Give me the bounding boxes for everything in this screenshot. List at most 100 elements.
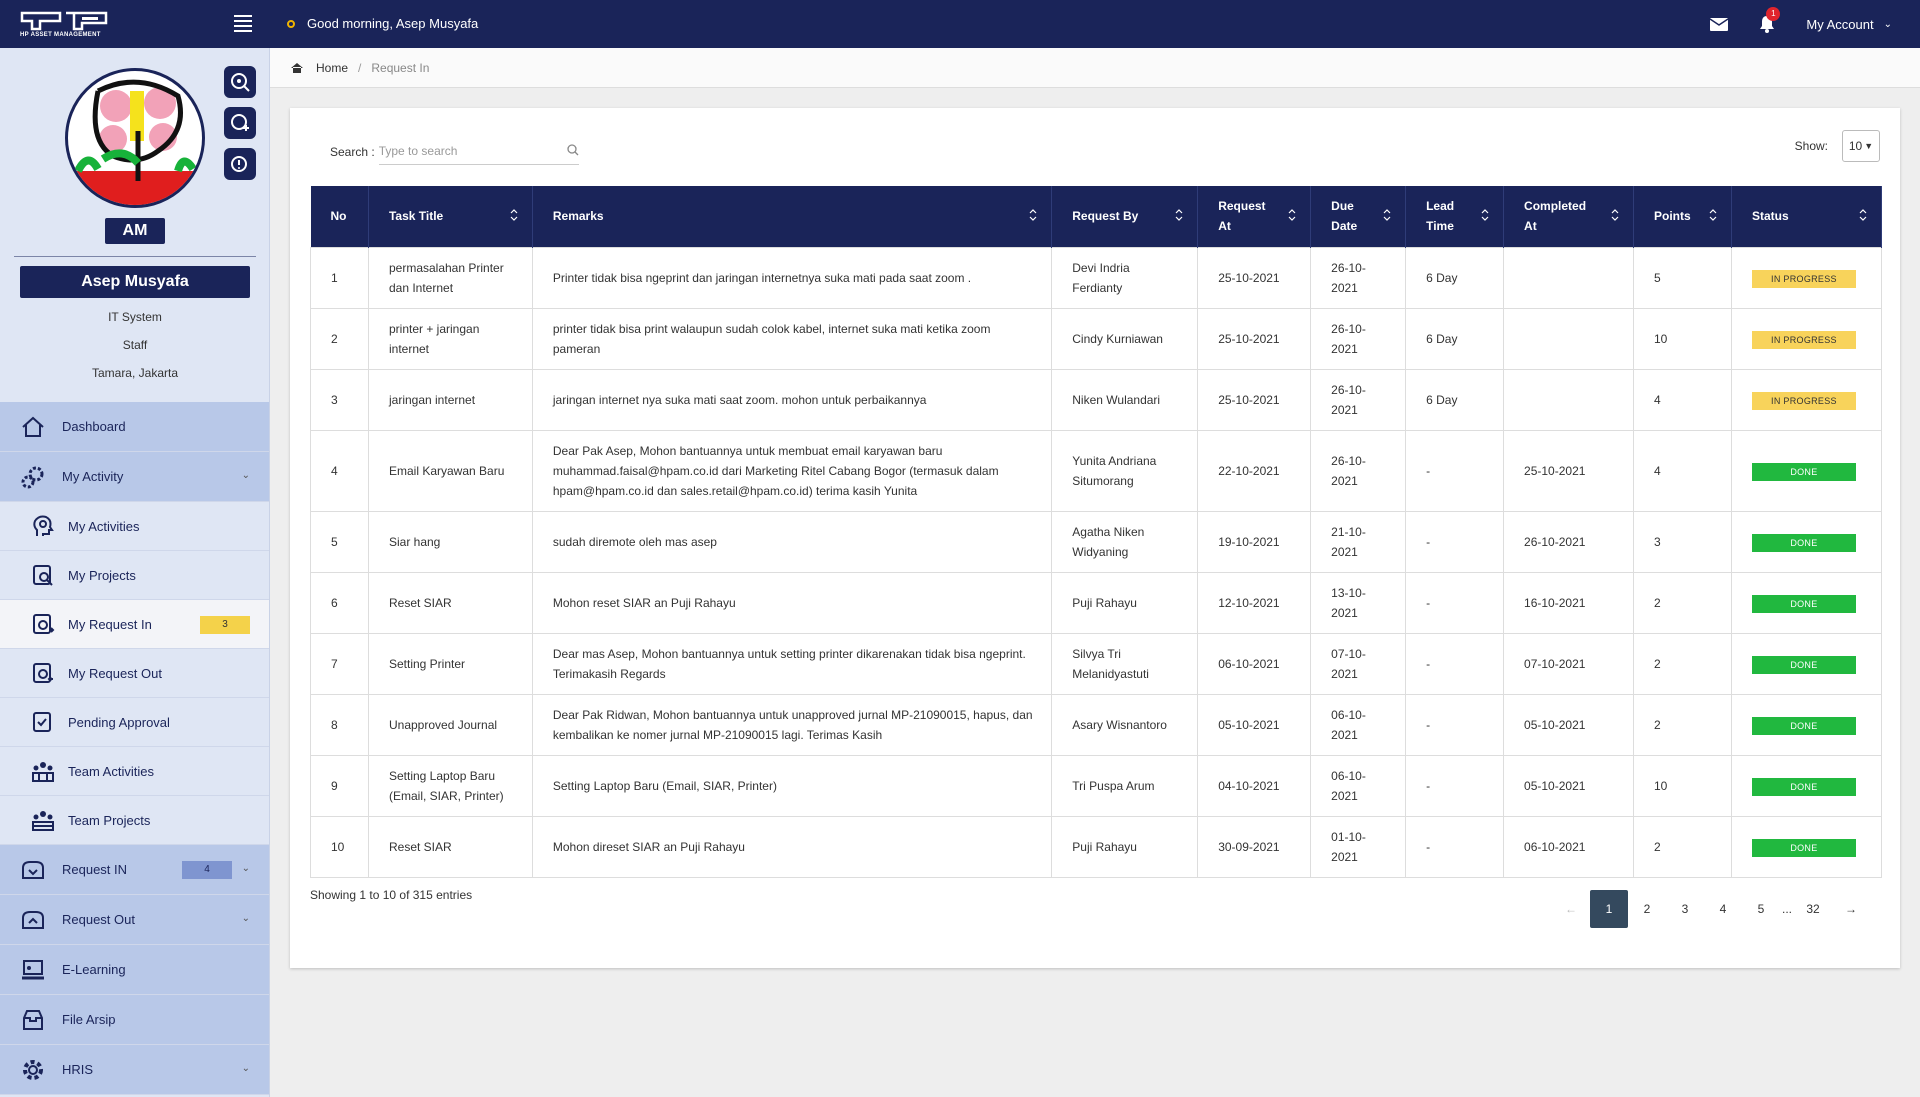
table-row[interactable]: 2 printer + jaringan internet printer tida… [310,307,1883,370]
pagination-page-5[interactable]: 5 [1742,890,1780,928]
cell-lead-time: 6 Day [1405,246,1505,309]
cell-request-by: Asary Wisnantoro [1051,693,1199,756]
account-menu[interactable]: My Account ⌄ [1806,17,1892,32]
pagination-page-3[interactable]: 3 [1666,890,1704,928]
pagination-page-2[interactable]: 2 [1628,890,1666,928]
column-header-completed-at[interactable]: Completed At [1503,186,1634,247]
gears-icon [18,463,48,491]
sidebar-item-file-arsip[interactable]: File Arsip [0,995,269,1045]
pagination-page-1[interactable]: 1 [1590,890,1628,928]
entries-info: Showing 1 to 10 of 315 entries [310,888,473,902]
cell-status: DONE [1730,815,1883,878]
sidebar-item-my-activity[interactable]: My Activity ⌄ [0,452,269,502]
quick-alert-icon[interactable] [224,148,256,180]
avatar-drawing [68,79,202,205]
count-badge: 4 [182,861,232,879]
sidebar-item-my-request-out[interactable]: My Request Out [0,649,269,698]
table-row[interactable]: 4 Email Karyawan Baru Dear Pak Asep, Mohon… [310,429,1883,512]
breadcrumb-home[interactable]: Home [316,61,348,75]
breadcrumb-separator: / [358,60,362,75]
sidebar-item-elearning[interactable]: E-Learning [0,945,269,995]
cell-points: 2 [1632,815,1732,878]
cell-due-date: 21-10-2021 [1310,510,1407,573]
sidebar-item-team-projects[interactable]: Team Projects [0,796,269,845]
cell-points: 10 [1632,307,1732,370]
pagination-prev[interactable]: ← [1552,890,1590,928]
column-header-lead-time[interactable]: Lead Time [1405,186,1505,247]
app-logo[interactable]: HP ASSET MANAGEMENT [0,0,270,48]
head-gear-icon [28,512,58,540]
chevron-down-icon: ⌄ [241,470,250,481]
menu-toggle-icon[interactable] [234,15,252,32]
table-row[interactable]: 1 permasalahan Printer dan Internet Printe… [310,246,1883,309]
sidebar-item-request-out[interactable]: Request Out ⌄ [0,895,269,945]
sidebar-item-my-projects[interactable]: My Projects [0,551,269,600]
cell-request-by: Puji Rahayu [1051,815,1199,878]
cell-completed-at: 26-10-2021 [1503,510,1634,573]
column-header-task-title[interactable]: Task Title [368,186,533,247]
column-header-no: No [310,186,369,247]
table-row[interactable]: 3 jaringan internet jaringan internet nya … [310,368,1883,431]
table-row[interactable]: 8 Unapproved Journal Dear Pak Ridwan, Moho… [310,693,1883,756]
table-header-row: No Task Title Remarks Request By Request… [310,186,1883,247]
sidebar-item-label: Team Projects [68,812,151,828]
cell-no: 8 [310,693,369,756]
table-row[interactable]: 10 Reset SIAR Mohon direset SIAR an Puji R… [310,815,1883,878]
mail-icon[interactable] [1710,17,1729,31]
column-header-request-by[interactable]: Request By [1051,186,1199,247]
sidebar-item-dashboard[interactable]: Dashboard [0,402,269,452]
sidebar-item-my-request-in[interactable]: My Request In 3 [0,600,269,649]
cell-request-at: 25-10-2021 [1197,307,1312,370]
sidebar-item-label: Request Out [62,912,135,927]
greeting: Good morning, Asep Musyafa [287,16,478,31]
top-bar: HP ASSET MANAGEMENT Good morning, Asep M… [0,0,1920,48]
column-header-due-date[interactable]: Due Date [1310,186,1407,247]
status-badge: IN PROGRESS [1751,269,1856,288]
pagination-page-4[interactable]: 4 [1704,890,1742,928]
cell-lead-time: - [1405,510,1505,573]
user-role: Staff [122,338,148,352]
cell-request-by: Yunita Andriana Situmorang [1051,429,1199,512]
pagination-next[interactable]: → [1832,890,1870,928]
cell-request-by: Devi Indria Ferdianty [1051,246,1199,309]
sidebar-item-team-activities[interactable]: Team Activities [0,747,269,796]
elearning-icon [18,956,48,984]
column-header-request-at[interactable]: Request At [1197,186,1312,247]
table-row[interactable]: 9 Setting Laptop Baru (Email, SIAR, Print… [310,754,1883,817]
quick-add-icon[interactable] [224,107,256,139]
approval-icon [28,708,58,736]
column-header-status[interactable]: Status [1731,186,1883,247]
status-badge: DONE [1751,777,1856,796]
column-header-points[interactable]: Points [1633,186,1732,247]
cell-status: IN PROGRESS [1730,246,1883,309]
cell-request-at: 25-10-2021 [1197,246,1312,309]
cell-request-at: 19-10-2021 [1197,510,1312,573]
avatar[interactable] [65,68,205,208]
sidebar-item-my-activities[interactable]: My Activities [0,502,269,551]
sidebar-item-label: E-Learning [62,962,126,977]
notification-button[interactable]: 1 [1758,7,1781,33]
cell-due-date: 13-10-2021 [1310,571,1407,634]
pagination-page-last[interactable]: 32 [1794,890,1832,928]
logo-mark-icon [20,11,108,30]
page-size-select[interactable]: 10 ▼ [1842,130,1880,162]
cell-remarks: Dear Pak Asep, Mohon bantuannya untuk me… [531,429,1053,512]
cell-no: 1 [310,246,369,309]
sidebar-item-label: My Request In [68,616,152,632]
sidebar-item-request-in[interactable]: Request IN 4 ⌄ [0,845,269,895]
sidebar-item-hris[interactable]: HRIS ⌄ [0,1045,269,1095]
user-name: Asep Musyafa [20,266,250,298]
cell-status: DONE [1730,429,1883,512]
chevron-down-icon: ⌄ [1883,18,1892,30]
quick-settings-icon[interactable] [224,66,256,98]
table-row[interactable]: 6 Reset SIAR Mohon reset SIAR an Puji Raha… [310,571,1883,634]
sort-icon [1029,209,1037,221]
search-input[interactable]: Type to search [378,138,579,165]
sidebar-item-pending-approval[interactable]: Pending Approval [0,698,269,747]
table-row[interactable]: 7 Setting Printer Dear mas Asep, Mohon ban… [310,632,1883,695]
cell-task-title: Email Karyawan Baru [367,429,533,512]
table-row[interactable]: 5 Siar hang sudah diremote oleh mas asep Ag… [310,510,1883,573]
cell-remarks: jaringan internet nya suka mati saat zoo… [531,368,1053,431]
sidebar-item-label: HRIS [62,1062,94,1077]
column-header-remarks[interactable]: Remarks [532,186,1053,247]
